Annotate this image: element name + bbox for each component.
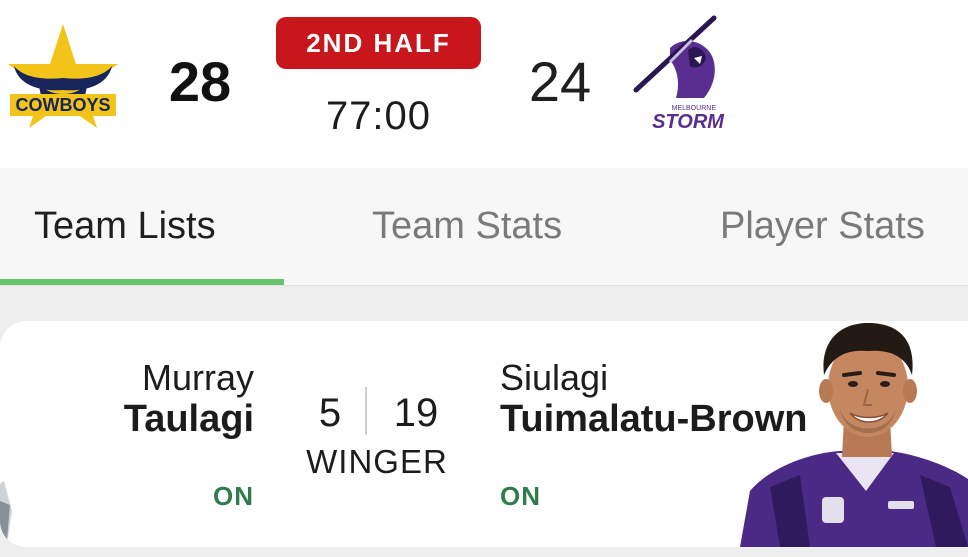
position-label: WINGER — [306, 443, 448, 480]
tab-team-stats[interactable]: Team Stats — [372, 202, 562, 250]
cowboys-wordmark: COWBOYS — [15, 95, 110, 115]
away-player-status: ON — [500, 481, 541, 511]
tab-team-lists[interactable]: Team Lists — [34, 202, 216, 250]
away-player-first-name: Siulagi — [500, 357, 609, 398]
match-header: COWBOYS 28 2ND HALF 77:00 24 MELBOURNE S… — [0, 0, 968, 168]
away-jersey-number: 19 — [393, 391, 439, 435]
home-score: 28 — [168, 50, 232, 113]
tab-bar: Team Lists Team Stats Player Stats — [0, 168, 968, 286]
tab-player-stats[interactable]: Player Stats — [720, 202, 925, 250]
home-jersey-number: 5 — [318, 391, 342, 435]
home-player-first-name: Murray — [141, 357, 254, 398]
storm-logo[interactable]: MELBOURNE STORM — [630, 14, 738, 134]
period-badge: 2ND HALF — [276, 17, 481, 69]
jersey-number-divider — [365, 387, 367, 435]
away-player-photo — [740, 321, 968, 547]
home-player-last-name: Taulagi — [123, 398, 254, 440]
home-player-photo — [0, 471, 20, 547]
storm-wordmark: STORM — [652, 111, 725, 133]
cowboys-logo[interactable]: COWBOYS — [4, 20, 122, 132]
match-clock: 77:00 — [325, 94, 432, 138]
player-matchup-card[interactable]: Murray Taulagi ON 5 19 WINGER Siulagi Tu… — [0, 321, 968, 547]
home-player-status: ON — [213, 481, 254, 511]
away-score: 24 — [528, 50, 592, 113]
